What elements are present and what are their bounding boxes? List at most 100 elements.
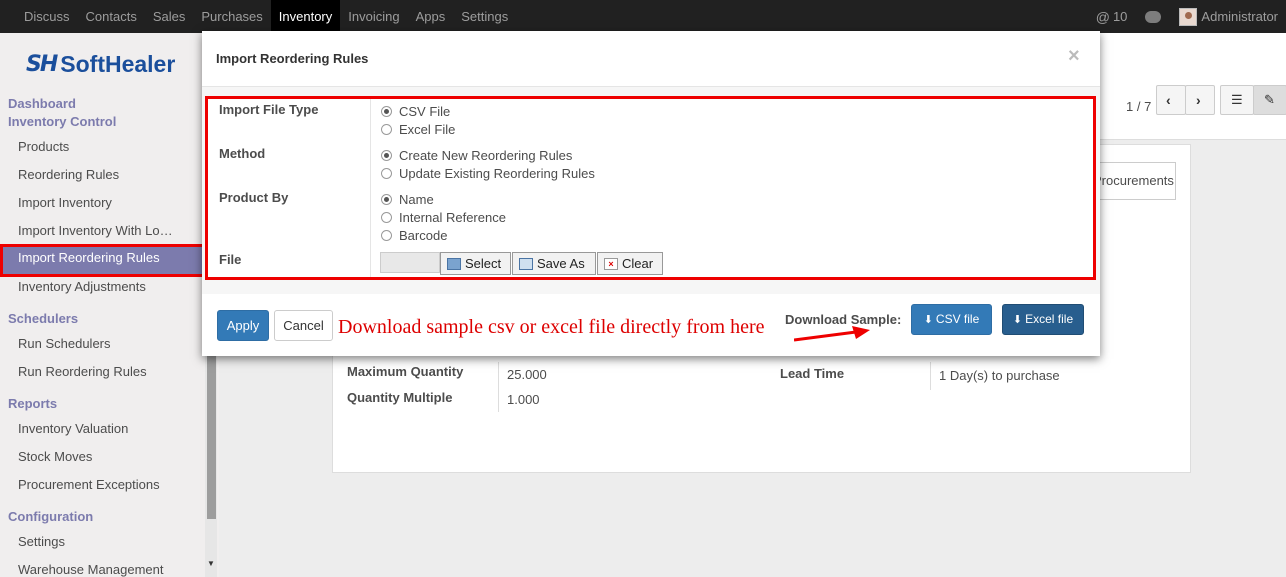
radio-unselected-icon bbox=[381, 168, 392, 179]
import-reordering-rules-dialog: Import Reordering Rules × Import File Ty… bbox=[202, 31, 1100, 356]
user-name[interactable]: Administrator bbox=[1201, 9, 1278, 24]
dialog-body: Import File Type CSV File Excel File Met… bbox=[202, 87, 1100, 294]
close-icon[interactable]: × bbox=[1068, 45, 1080, 68]
field-divider bbox=[498, 362, 499, 412]
download-csv-button[interactable]: ⬇ CSV file bbox=[911, 304, 992, 335]
sidebar-item-procurement-exceptions[interactable]: Procurement Exceptions bbox=[0, 471, 205, 499]
sidebar-head-schedulers: Schedulers bbox=[8, 311, 79, 326]
sidebar-item-run-reordering-rules[interactable]: Run Reordering Rules bbox=[0, 358, 205, 386]
logo-name: SoftHealer bbox=[60, 51, 176, 77]
radio-create-new-rules[interactable]: Create New Reordering Rules bbox=[381, 148, 572, 163]
import-options-highlight: Import File Type CSV File Excel File Met… bbox=[205, 96, 1096, 280]
procurements-button[interactable]: Procurements bbox=[1090, 162, 1176, 200]
sidebar-item-products[interactable]: Products bbox=[0, 133, 205, 161]
sidebar-head-inventory-control: Inventory Control bbox=[8, 114, 117, 129]
menu-sales[interactable]: Sales bbox=[145, 0, 194, 33]
download-sample-label: Download Sample: bbox=[785, 312, 902, 327]
lead-time-label: Lead Time bbox=[780, 366, 845, 381]
sidebar-item-stock-moves[interactable]: Stock Moves bbox=[0, 443, 205, 471]
sidebar-item-inventory-valuation[interactable]: Inventory Valuation bbox=[0, 415, 205, 443]
menu-settings[interactable]: Settings bbox=[453, 0, 516, 33]
app-menu: Discuss Contacts Sales Purchases Invento… bbox=[16, 0, 516, 33]
select-file-button[interactable]: Select bbox=[440, 252, 511, 275]
scrollbar-thumb[interactable] bbox=[207, 343, 216, 519]
sidebar-item-inventory-adjustments[interactable]: Inventory Adjustments bbox=[0, 273, 205, 301]
sidebar-item-import-inventory-with-lots[interactable]: Import Inventory With Lo… bbox=[0, 217, 205, 245]
company-logo: SH SoftHealer bbox=[26, 51, 175, 78]
systray: @ 10 Administrator bbox=[1096, 0, 1278, 33]
menu-inventory[interactable]: Inventory bbox=[270, 0, 341, 33]
radio-excel-file[interactable]: Excel File bbox=[381, 122, 455, 137]
dialog-title: Import Reordering Rules bbox=[216, 51, 369, 66]
sidebar-item-run-schedulers[interactable]: Run Schedulers bbox=[0, 330, 205, 358]
save-as-button[interactable]: Save As bbox=[512, 252, 596, 275]
at-icon: @ bbox=[1095, 8, 1110, 25]
clear-icon: × bbox=[604, 257, 618, 270]
sidebar-item-warehouse-management[interactable]: Warehouse Management bbox=[0, 556, 205, 577]
file-label: File bbox=[219, 252, 242, 267]
radio-selected-icon bbox=[381, 150, 392, 161]
method-label: Method bbox=[219, 146, 266, 161]
chevron-right-icon: › bbox=[1196, 92, 1201, 108]
radio-name[interactable]: Name bbox=[381, 192, 434, 207]
product-by-label: Product By bbox=[219, 190, 289, 205]
max-qty-label: Maximum Quantity bbox=[347, 364, 464, 379]
chevron-left-icon: ‹ bbox=[1166, 92, 1171, 108]
chat-icon[interactable] bbox=[1145, 10, 1162, 23]
download-annotation: Download sample csv or excel file direct… bbox=[338, 316, 765, 338]
radio-barcode[interactable]: Barcode bbox=[381, 228, 447, 243]
menu-invoicing[interactable]: Invoicing bbox=[340, 0, 407, 33]
qty-multiple-label: Quantity Multiple bbox=[347, 390, 453, 405]
messages-indicator[interactable]: @ 10 bbox=[1096, 9, 1128, 25]
radio-csv-file[interactable]: CSV File bbox=[381, 104, 450, 119]
edit-icon: ✎ bbox=[1264, 92, 1275, 107]
qty-multiple-value[interactable]: 1.000 bbox=[507, 392, 540, 407]
sidebar-head-dashboard[interactable]: Dashboard bbox=[8, 96, 76, 111]
clear-file-button[interactable]: × Clear bbox=[597, 252, 663, 275]
sidebar-head-reports: Reports bbox=[8, 396, 58, 411]
menu-apps[interactable]: Apps bbox=[408, 0, 454, 33]
menu-purchases[interactable]: Purchases bbox=[193, 0, 270, 33]
message-count: 10 bbox=[1112, 9, 1128, 24]
avatar[interactable] bbox=[1179, 7, 1198, 26]
file-type-label: Import File Type bbox=[219, 102, 319, 117]
download-icon: ⬇ bbox=[1012, 314, 1023, 326]
sidebar-item-import-inventory[interactable]: Import Inventory bbox=[0, 189, 205, 217]
radio-unselected-icon bbox=[381, 230, 392, 241]
cancel-button[interactable]: Cancel bbox=[274, 310, 333, 341]
arrow-icon bbox=[794, 326, 870, 342]
list-icon: ☰ bbox=[1231, 92, 1243, 107]
radio-selected-icon bbox=[381, 106, 392, 117]
pager-value[interactable]: 1 / 7 bbox=[1126, 99, 1151, 114]
logo-mark: SH bbox=[26, 52, 58, 77]
radio-unselected-icon bbox=[381, 124, 392, 135]
sidebar-item-settings[interactable]: Settings bbox=[0, 528, 205, 556]
top-navbar: Discuss Contacts Sales Purchases Invento… bbox=[0, 0, 1286, 33]
download-excel-button[interactable]: ⬇ Excel file bbox=[1002, 304, 1084, 335]
form-view-button[interactable]: ✎ bbox=[1253, 85, 1286, 115]
sidebar-head-configuration: Configuration bbox=[8, 509, 94, 524]
radio-selected-icon bbox=[381, 194, 392, 205]
menu-discuss[interactable]: Discuss bbox=[16, 0, 78, 33]
label-divider bbox=[370, 99, 371, 277]
pager-previous-button[interactable]: ‹ bbox=[1156, 85, 1186, 115]
radio-internal-reference[interactable]: Internal Reference bbox=[381, 210, 506, 225]
folder-icon bbox=[447, 257, 461, 270]
download-icon: ⬇ bbox=[923, 314, 933, 326]
list-view-button[interactable]: ☰ bbox=[1220, 85, 1254, 115]
dialog-header: Import Reordering Rules × bbox=[202, 31, 1100, 87]
apply-button[interactable]: Apply bbox=[217, 310, 269, 341]
dialog-footer: Apply Cancel Download sample csv or exce… bbox=[202, 294, 1100, 356]
lead-time-value[interactable]: 1 Day(s) to purchase bbox=[939, 368, 1060, 383]
menu-contacts[interactable]: Contacts bbox=[78, 0, 145, 33]
sidebar-item-reordering-rules[interactable]: Reordering Rules bbox=[0, 161, 205, 189]
radio-unselected-icon bbox=[381, 212, 392, 223]
field-divider bbox=[930, 362, 931, 390]
sidebar: SH SoftHealer Dashboard Inventory Contro… bbox=[0, 33, 219, 577]
save-icon bbox=[519, 257, 533, 270]
pager-next-button[interactable]: › bbox=[1185, 85, 1215, 115]
max-qty-value[interactable]: 25.000 bbox=[507, 367, 547, 382]
file-name-input[interactable] bbox=[380, 252, 440, 273]
radio-update-existing-rules[interactable]: Update Existing Reordering Rules bbox=[381, 166, 595, 181]
scroll-down-icon[interactable]: ▼ bbox=[207, 559, 215, 568]
